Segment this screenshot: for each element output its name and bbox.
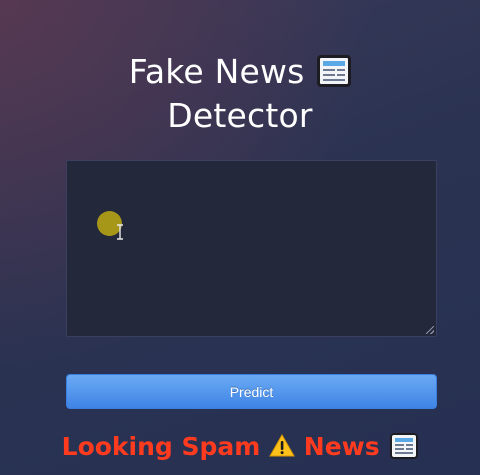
news-text-input[interactable]	[67, 161, 436, 336]
text-cursor-icon	[117, 224, 123, 240]
title-line-1: Fake News	[0, 50, 480, 94]
result-text-news: News	[303, 432, 380, 461]
predict-button[interactable]: Predict	[66, 374, 437, 409]
warning-icon	[269, 434, 295, 457]
newspaper-icon	[390, 433, 419, 459]
resize-grip-icon[interactable]	[426, 326, 434, 334]
result-text-looking-spam: Looking Spam	[61, 432, 261, 461]
news-text-area[interactable]	[66, 160, 437, 337]
title-text-fake-news: Fake News	[128, 52, 305, 91]
prediction-result: Looking Spam News	[0, 430, 480, 464]
newspaper-icon	[317, 55, 352, 87]
title-line-2: Detector	[167, 96, 313, 135]
page-title: Fake News Detector	[0, 50, 480, 138]
